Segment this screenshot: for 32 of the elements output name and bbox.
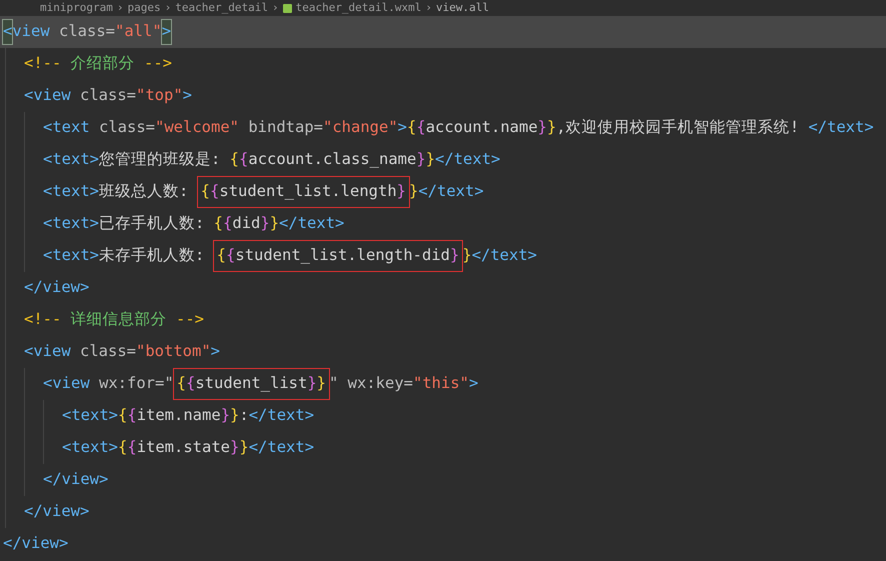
breadcrumb-separator: ›	[425, 1, 432, 15]
code-text: <!-- 详细信息部分 -->	[24, 309, 204, 330]
code-text: </view>	[24, 277, 90, 298]
code-text: <text>{{item.name}}:</text>	[62, 405, 314, 426]
matched-bracket: <	[3, 20, 12, 44]
breadcrumb-item[interactable]: view.all	[436, 1, 490, 15]
breadcrumb-separator: ›	[164, 1, 172, 15]
code-text: }</text>	[409, 181, 484, 202]
code-text: </view>	[43, 469, 108, 490]
code-text: <!-- 介绍部分 -->	[24, 53, 172, 74]
code-text: }</text>	[462, 245, 538, 266]
file-icon	[282, 4, 292, 12]
breadcrumb-item[interactable]: teacher_detail.wxml	[296, 1, 422, 15]
matched-bracket: >	[162, 20, 172, 44]
code-text: <view class="top">	[24, 85, 192, 106]
code-text: <text>{{item.state}}</text>	[62, 437, 314, 458]
code-text: <text class="welcome" bindtap="change">{{account.name}},欢迎使用校园手机智能管理系统! </text>	[43, 117, 874, 138]
breadcrumb-separator: ›	[116, 1, 124, 15]
code-text: <text>未存手机人数:	[43, 245, 206, 266]
code-text: <text>班级总人数:	[43, 181, 190, 202]
code-text: </view>	[24, 501, 90, 522]
code-text: <text>已存手机人数: {{did}}</text>	[43, 213, 344, 234]
code-text: </view>	[3, 533, 68, 554]
breadcrumb-item[interactable]: pages	[127, 1, 161, 15]
code-text: <view wx:for="	[43, 373, 174, 394]
breadcrumb-item[interactable]: teacher_detail	[175, 1, 268, 15]
breadcrumb-item[interactable]: miniprogram	[40, 1, 113, 15]
code-text: " wx:key="this">	[329, 373, 478, 394]
code-text: view class="all"	[12, 21, 162, 42]
code-text: <text>您管理的班级是: {{account.class_name}}</text>	[43, 149, 500, 170]
code-text: <view class="bottom">	[24, 341, 220, 362]
breadcrumb-separator: ›	[272, 1, 279, 15]
